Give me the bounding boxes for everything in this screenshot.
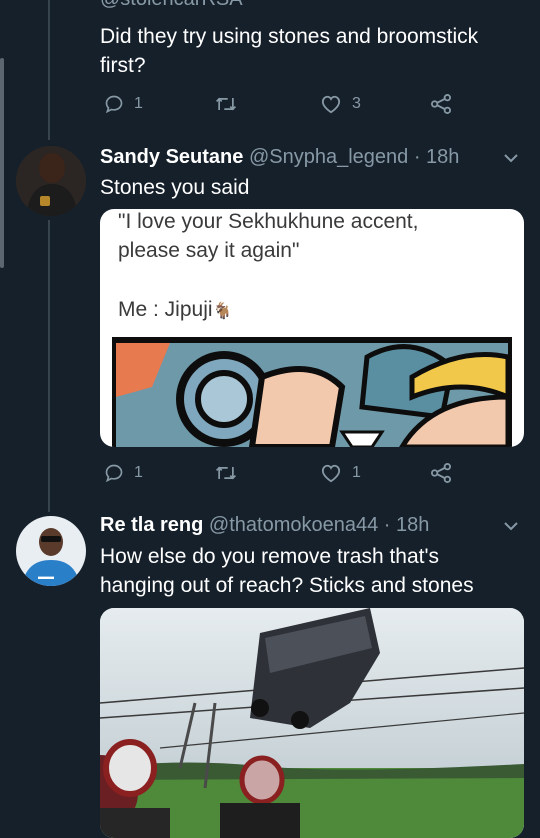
cartoon-image bbox=[112, 337, 512, 447]
timestamp[interactable]: · 18h bbox=[414, 146, 460, 168]
avatar[interactable]: ▬▬ bbox=[16, 516, 86, 586]
tweet-handle[interactable]: @stolencarRSA bbox=[100, 0, 243, 11]
tweet-text: Stones you said bbox=[100, 176, 250, 199]
display-name[interactable]: Sandy Seutane bbox=[100, 146, 243, 168]
tweet-text: How else do you remove trash that's hang… bbox=[100, 542, 530, 600]
retweet-icon bbox=[215, 466, 237, 480]
handle[interactable]: @Snypha_legend bbox=[249, 146, 408, 168]
retweet-button[interactable] bbox=[214, 94, 238, 114]
thread-line bbox=[48, 0, 50, 140]
share-icon bbox=[431, 463, 451, 483]
like-count: 1 bbox=[352, 464, 361, 481]
reply-count: 1 bbox=[134, 95, 143, 112]
reply-icon bbox=[105, 95, 123, 114]
tweet-header: Sandy Seutane @Snypha_legend · 18h bbox=[100, 146, 459, 169]
timestamp[interactable]: · 18h bbox=[384, 514, 430, 536]
reply-button[interactable]: 1 bbox=[104, 94, 143, 114]
display-name[interactable]: Re tla reng bbox=[100, 514, 203, 536]
thread-line bbox=[48, 220, 50, 512]
like-count: 3 bbox=[352, 95, 361, 112]
retweet-button[interactable] bbox=[214, 463, 238, 483]
reply-count: 1 bbox=[134, 464, 143, 481]
meme-caption: Me : Jipuji🐐 bbox=[118, 298, 233, 321]
tweet-actions: 1 1 bbox=[100, 463, 460, 487]
tweet-text-line: hanging out of reach? Sticks and stones bbox=[100, 574, 474, 597]
goat-emoji: 🐐 bbox=[212, 303, 233, 320]
retweet-icon bbox=[215, 97, 237, 111]
meme-caption: "I love your Sekhukhune accent, bbox=[118, 210, 419, 233]
like-button[interactable]: 1 bbox=[320, 463, 361, 483]
share-button[interactable] bbox=[430, 94, 452, 114]
tweet-text: Did they try using stones and broomstick… bbox=[100, 25, 479, 77]
reply-button[interactable]: 1 bbox=[104, 463, 143, 483]
tweet-actions: 1 3 bbox=[100, 94, 460, 118]
photo-image bbox=[100, 608, 524, 838]
like-icon bbox=[321, 95, 341, 114]
handle[interactable]: @thatomokoena44 bbox=[209, 514, 378, 536]
tweet-text-line: How else do you remove trash that's bbox=[100, 545, 440, 568]
avatar[interactable] bbox=[16, 146, 86, 216]
share-icon bbox=[431, 94, 451, 114]
meme-caption: please say it again" bbox=[118, 239, 300, 262]
tweet-header: Re tla reng @thatomokoena44 · 18h bbox=[100, 514, 429, 537]
like-button[interactable]: 3 bbox=[320, 94, 361, 114]
svg-text:▬▬: ▬▬ bbox=[38, 572, 54, 581]
tweet-media[interactable]: "I love your Sekhukhune accent, please s… bbox=[100, 209, 524, 447]
tweet-media[interactable] bbox=[100, 608, 524, 838]
chevron-down-icon[interactable] bbox=[502, 151, 520, 165]
chevron-down-icon[interactable] bbox=[502, 519, 520, 533]
share-button[interactable] bbox=[430, 463, 452, 483]
scroll-indicator[interactable] bbox=[0, 58, 4, 268]
like-icon bbox=[321, 464, 341, 483]
reply-icon bbox=[105, 464, 123, 483]
